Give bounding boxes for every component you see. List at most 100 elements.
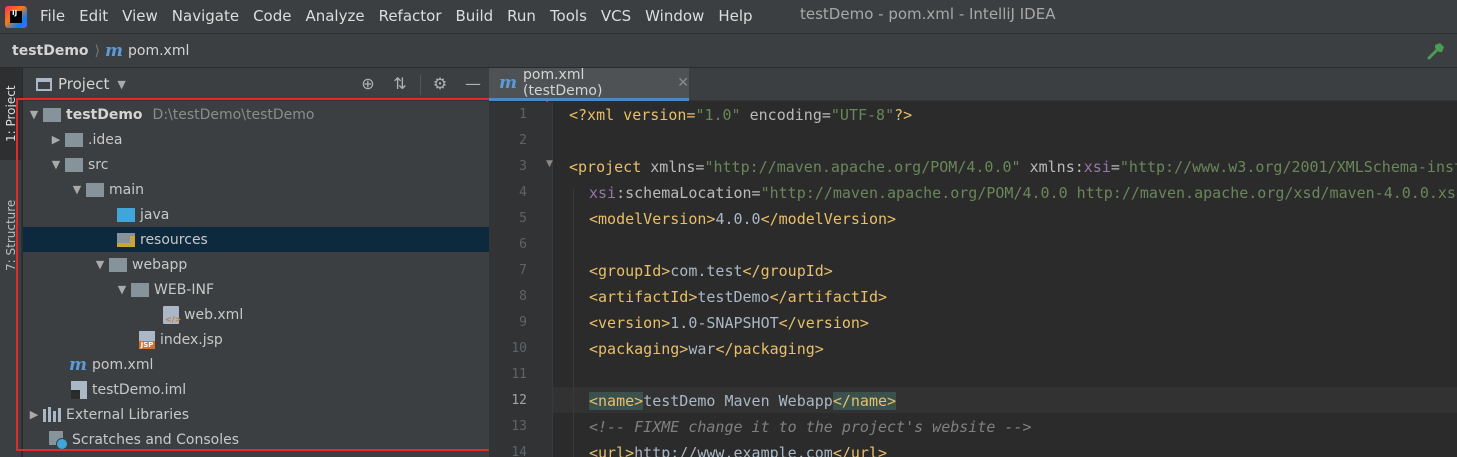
editor-tab-bar: m pom.xml (testDemo) ✕ <box>489 67 1457 101</box>
maven-icon: m <box>69 354 87 375</box>
xml-declaration: <?xml version= <box>569 106 696 124</box>
tag-open-matched: <name> <box>589 392 644 410</box>
editor-tab-label: pom.xml (testDemo) <box>523 67 603 99</box>
chevron-right-icon: ⟩ <box>94 42 101 59</box>
collapsed-arrow-icon[interactable]: ▶ <box>25 408 43 421</box>
tree-node-label: src <box>88 156 109 173</box>
project-tree: ▼ testDemo D:\testDemo\testDemo ▶ .idea … <box>23 102 489 452</box>
module-file-icon <box>71 380 87 399</box>
toolbar-divider <box>420 75 421 95</box>
namespace-prefix: xsi <box>589 184 617 202</box>
tree-node-idea[interactable]: ▶ .idea <box>23 127 489 152</box>
tree-node-web-inf[interactable]: ▼ WEB-INF <box>23 277 489 302</box>
tag-open: <url> <box>589 444 635 457</box>
tree-node-label: .idea <box>88 131 123 148</box>
menu-window[interactable]: Window <box>640 0 713 33</box>
tree-node-testdemo[interactable]: ▼ testDemo D:\testDemo\testDemo <box>23 102 489 127</box>
tool-tab-project[interactable]: 1: Project <box>0 68 22 160</box>
xml-file-icon: </> <box>163 305 181 324</box>
line-number: 14 <box>511 445 527 457</box>
folder-icon <box>86 182 104 197</box>
tag-text: 1.0-SNAPSHOT <box>670 314 779 332</box>
folder-icon <box>65 157 83 172</box>
gear-icon[interactable]: ⚙ <box>431 75 449 93</box>
menu-file[interactable]: File <box>35 0 74 33</box>
line-number: 8 <box>519 289 527 304</box>
locate-file-icon[interactable]: ⊕ <box>359 75 377 93</box>
menu-run[interactable]: Run <box>502 0 545 33</box>
editor-gutter[interactable]: 1 2 3 4 5 6 7 8 9 10 11 12 13 14 ▼ <box>489 102 553 457</box>
collapsed-arrow-icon[interactable]: ▶ <box>47 133 65 146</box>
tag-close: </version> <box>778 314 869 332</box>
close-icon[interactable]: ✕ <box>677 75 689 91</box>
line-number: 3 <box>519 159 527 174</box>
tag-text: testDemo <box>697 288 770 306</box>
tree-node-web-xml[interactable]: </> web.xml <box>23 302 489 327</box>
tree-node-scratches[interactable]: Scratches and Consoles <box>23 427 489 452</box>
tag-open: <artifactId> <box>589 288 698 306</box>
breadcrumb-file[interactable]: pom.xml <box>128 43 189 59</box>
tag-open: <modelVersion> <box>589 210 716 228</box>
tree-node-java[interactable]: java <box>23 202 489 227</box>
tree-node-label: main <box>109 181 144 198</box>
tree-node-pom-xml[interactable]: m pom.xml <box>23 352 489 377</box>
tree-node-resources[interactable]: resources <box>23 227 489 252</box>
project-view-selector[interactable]: Project <box>58 75 109 93</box>
tree-node-webapp[interactable]: ▼ webapp <box>23 252 489 277</box>
tree-node-main[interactable]: ▼ main <box>23 177 489 202</box>
menu-vcs[interactable]: VCS <box>596 0 640 33</box>
expanded-arrow-icon[interactable]: ▼ <box>91 258 109 271</box>
tag-text: war <box>688 340 716 358</box>
menu-navigate[interactable]: Navigate <box>167 0 248 33</box>
resources-folder-icon <box>117 232 135 247</box>
menu-help[interactable]: Help <box>713 0 761 33</box>
tag-close: </packaging> <box>715 340 824 358</box>
menu-view[interactable]: View <box>117 0 167 33</box>
expanded-arrow-icon[interactable]: ▼ <box>25 108 43 121</box>
attr-value: "UTF-8" <box>830 106 895 124</box>
tag-close: </modelVersion> <box>760 210 897 228</box>
tree-node-label: testDemo.iml <box>92 381 187 398</box>
collapse-all-icon[interactable]: ⇅ <box>391 75 409 93</box>
project-panel-header: Project ▼ ⊕ ⇅ ⚙ — <box>23 68 489 101</box>
tag-open: <groupId> <box>589 262 671 280</box>
project-window-icon <box>36 77 52 91</box>
comment-end: --> <box>995 418 1032 436</box>
expanded-arrow-icon[interactable]: ▼ <box>113 283 131 296</box>
tool-tab-structure[interactable]: 7: Structure <box>0 180 22 290</box>
maven-icon: m <box>105 40 124 61</box>
expanded-arrow-icon[interactable]: ▼ <box>47 158 65 171</box>
breadcrumb-project[interactable]: testDemo <box>12 43 89 59</box>
web-folder-icon <box>109 257 127 272</box>
window-title: testDemo - pom.xml - IntelliJ IDEA <box>800 5 1056 23</box>
line-number: 13 <box>511 419 527 434</box>
menu-analyze[interactable]: Analyze <box>300 0 373 33</box>
chevron-down-icon[interactable]: ▼ <box>117 78 125 91</box>
tree-node-path: D:\testDemo\testDemo <box>152 106 315 123</box>
menu-refactor[interactable]: Refactor <box>374 0 451 33</box>
menu-edit[interactable]: Edit <box>74 0 117 33</box>
attr-name: encoding= <box>740 106 831 124</box>
tree-node-label: index.jsp <box>160 331 223 348</box>
attr-name: xmlns: <box>1020 158 1084 176</box>
tree-node-index-jsp[interactable]: JSP index.jsp <box>23 327 489 352</box>
menu-code[interactable]: Code <box>248 0 300 33</box>
comment-text: FIXME change it to the project's website <box>634 418 996 436</box>
tree-node-label: resources <box>140 231 208 248</box>
tag-close: </artifactId> <box>769 288 888 306</box>
tree-node-label: webapp <box>132 256 188 273</box>
menu-build[interactable]: Build <box>451 0 503 33</box>
code-line-7: <groupId>com.test</groupId> <box>589 258 833 284</box>
build-hammer-icon[interactable] <box>1425 40 1447 62</box>
editor-tab-pom-xml[interactable]: m pom.xml (testDemo) ✕ <box>489 67 689 101</box>
hide-panel-icon[interactable]: — <box>464 75 482 93</box>
tag-close-matched: </name> <box>832 392 897 410</box>
tree-node-src[interactable]: ▼ src <box>23 152 489 177</box>
intellij-logo-icon: IJ <box>5 5 27 28</box>
code-editor[interactable]: <?xml version="1.0" encoding="UTF-8"?> <… <box>553 102 1457 457</box>
tag-text: 4.0.0 <box>715 210 761 228</box>
menu-tools[interactable]: Tools <box>545 0 596 33</box>
tree-node-external-libraries[interactable]: ▶ External Libraries <box>23 402 489 427</box>
tree-node-testdemo-iml[interactable]: testDemo.iml <box>23 377 489 402</box>
expanded-arrow-icon[interactable]: ▼ <box>68 183 86 196</box>
